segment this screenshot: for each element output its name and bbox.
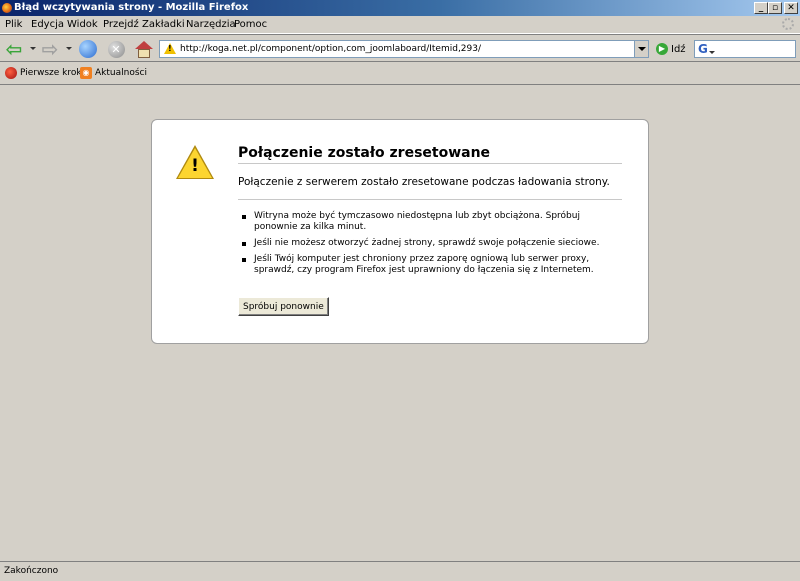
list-item: Jeśli nie możesz otworzyć żadnej strony,… bbox=[242, 238, 602, 249]
error-page-container: ! Połączenie zostało zresetowane Połącze… bbox=[151, 119, 649, 344]
go-label: Idź bbox=[671, 43, 686, 55]
forward-history-dropdown[interactable] bbox=[66, 47, 72, 50]
rss-icon: ◉ bbox=[80, 67, 92, 79]
restore-button[interactable]: ▫ bbox=[768, 2, 782, 14]
address-dropdown[interactable] bbox=[634, 41, 648, 57]
try-again-button[interactable]: Spróbuj ponownie bbox=[238, 297, 329, 316]
throbber-icon bbox=[782, 18, 794, 30]
firefox-bookmark-icon bbox=[5, 67, 17, 79]
bookmark-latest-headlines[interactable]: ◉ Aktualności bbox=[80, 67, 147, 79]
back-arrow-icon: ⇦ bbox=[5, 37, 23, 61]
bookmark-label: Pierwsze kroki bbox=[20, 68, 85, 78]
bookmark-label: Aktualności bbox=[95, 68, 147, 78]
go-arrow-icon: ▶ bbox=[656, 43, 668, 55]
divider bbox=[238, 163, 622, 164]
firefox-icon bbox=[2, 3, 12, 13]
forward-arrow-icon: ⇨ bbox=[41, 37, 59, 61]
stop-button[interactable]: ✕ bbox=[106, 39, 126, 59]
forward-button[interactable]: ⇨ bbox=[40, 37, 60, 61]
search-box[interactable]: G bbox=[694, 40, 796, 58]
menu-go[interactable]: Przejdź bbox=[103, 19, 139, 30]
menu-view[interactable]: Widok bbox=[67, 19, 98, 30]
warning-exclamation: ! bbox=[191, 156, 199, 176]
search-engine-dropdown[interactable] bbox=[709, 51, 715, 54]
menu-edit[interactable]: Edycja bbox=[31, 19, 64, 30]
status-text: Zakończono bbox=[4, 566, 59, 576]
divider bbox=[238, 199, 622, 200]
menu-bookmarks[interactable]: Zakładki bbox=[142, 19, 185, 30]
warning-icon bbox=[164, 43, 176, 54]
list-item: Witryna może być tymczasowo niedostępna … bbox=[242, 211, 602, 233]
error-title: Połączenie zostało zresetowane bbox=[238, 145, 491, 161]
error-suggestions-list: Witryna może być tymczasowo niedostępna … bbox=[242, 211, 602, 281]
reload-button[interactable] bbox=[78, 39, 98, 59]
back-button[interactable]: ⇦ bbox=[4, 37, 24, 61]
bookmarks-toolbar: Pierwsze kroki ◉ Aktualności bbox=[0, 63, 800, 85]
bookmark-getting-started[interactable]: Pierwsze kroki bbox=[5, 67, 84, 79]
reload-icon bbox=[79, 40, 97, 58]
error-short-description: Połączenie z serwerem zostało zresetowan… bbox=[238, 176, 610, 188]
go-button[interactable]: ▶ Idź bbox=[656, 43, 686, 55]
address-input[interactable]: http://koga.net.pl/component/option,com_… bbox=[180, 44, 481, 54]
menu-bar: Plik Edycja Widok Przejdź Zakładki Narzę… bbox=[0, 16, 800, 34]
page-content: ! Połączenie zostało zresetowane Połącze… bbox=[0, 86, 800, 561]
navigation-toolbar: ⇦ ⇨ ✕ http://koga.net.pl/component/optio… bbox=[0, 34, 800, 62]
minimize-button[interactable]: _ bbox=[754, 2, 768, 14]
window-controls: _ ▫ ✕ bbox=[754, 2, 798, 14]
address-bar[interactable]: http://koga.net.pl/component/option,com_… bbox=[159, 40, 649, 58]
window-title: Błąd wczytywania strony - Mozilla Firefo… bbox=[14, 2, 249, 13]
home-icon bbox=[135, 41, 153, 58]
list-item: Jeśli Twój komputer jest chroniony przez… bbox=[242, 254, 602, 276]
title-bar: Błąd wczytywania strony - Mozilla Firefo… bbox=[0, 0, 800, 16]
status-bar: Zakończono bbox=[0, 561, 800, 581]
back-history-dropdown[interactable] bbox=[30, 47, 36, 50]
close-button[interactable]: ✕ bbox=[784, 2, 798, 14]
home-button[interactable] bbox=[133, 39, 153, 59]
menu-tools[interactable]: Narzędzia bbox=[186, 19, 236, 30]
google-icon[interactable]: G bbox=[698, 42, 708, 56]
stop-icon: ✕ bbox=[107, 40, 125, 58]
menu-help[interactable]: Pomoc bbox=[234, 19, 267, 30]
menu-file[interactable]: Plik bbox=[5, 19, 22, 30]
